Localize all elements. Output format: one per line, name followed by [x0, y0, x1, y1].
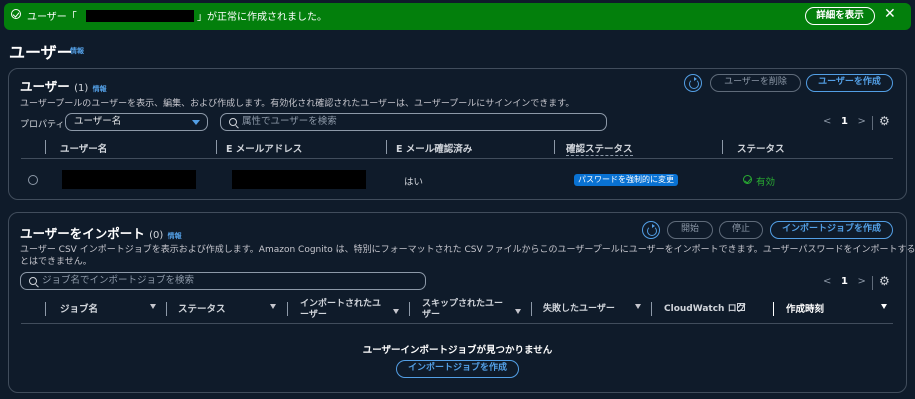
import-description-line1: ユーザー CSV インポートジョブを表示および作成します。Amazon Cogn… [20, 245, 915, 255]
success-check-icon [743, 175, 752, 184]
skipped-users-line2: ザー [422, 310, 441, 320]
page-info-link[interactable]: 情報 [70, 46, 84, 56]
imported-users-line2: ーザー [300, 310, 327, 320]
column-header-confirmation-status[interactable]: 確認ステータス [566, 141, 633, 156]
column-divider [409, 302, 410, 316]
sort-caret-icon[interactable] [270, 304, 276, 309]
start-job-button[interactable]: 開始 [667, 221, 713, 239]
pager-current-page[interactable]: 1 [841, 116, 848, 127]
refresh-import-jobs-icon[interactable] [642, 221, 660, 239]
column-header-imported-users[interactable]: インポートされたユ ーザー [300, 299, 381, 321]
flash-message-prefix: ユーザー「 [27, 12, 77, 23]
row-select-radio[interactable] [28, 175, 38, 185]
column-divider [531, 302, 532, 316]
delete-user-button[interactable]: ユーザーを削除 [710, 74, 801, 92]
search-icon [229, 118, 237, 126]
column-divider [386, 140, 387, 154]
confirmation-status-badge: パスワードを強制的に変更 [574, 174, 678, 186]
sort-caret-icon[interactable] [515, 309, 521, 314]
column-header-email[interactable]: E メールアドレス [226, 141, 302, 155]
users-info-link[interactable]: 情報 [93, 85, 107, 93]
column-divider [554, 140, 555, 154]
empty-state-message: ユーザーインポートジョブが見つかりません [362, 345, 553, 356]
pager-current-page[interactable]: 1 [841, 276, 848, 287]
search-icon [29, 277, 37, 285]
gear-icon[interactable]: ⚙ [879, 274, 890, 288]
import-job-search-input[interactable]: ジョブ名でインポートジョブを検索 [20, 272, 426, 290]
email-verified-cell: はい [404, 177, 424, 188]
column-divider [45, 140, 46, 154]
column-divider [287, 302, 288, 316]
success-check-icon [11, 9, 21, 19]
import-info-link[interactable]: 情報 [168, 232, 182, 240]
create-import-job-button[interactable]: インポートジョブを作成 [770, 221, 893, 239]
stop-job-button[interactable]: 停止 [719, 221, 763, 239]
column-header-status[interactable]: ステータス [178, 301, 226, 315]
column-divider [216, 140, 217, 154]
pager-divider [872, 276, 873, 290]
sort-caret-icon[interactable] [881, 304, 887, 309]
pager-prev-icon[interactable]: < [823, 116, 831, 127]
sort-caret-icon[interactable] [393, 309, 399, 314]
column-divider [722, 140, 723, 154]
users-title-text: ユーザー [20, 79, 70, 94]
column-divider [651, 302, 652, 316]
import-description-line2: とはできません。 [20, 257, 92, 267]
sort-caret-icon[interactable] [150, 304, 156, 309]
table-header-divider [21, 323, 893, 324]
column-header-email-verified[interactable]: E メール確認済み [396, 141, 472, 155]
column-divider [166, 302, 167, 316]
property-select[interactable]: ユーザー名 [65, 113, 208, 131]
redacted-username [86, 10, 194, 22]
skipped-users-line1: スキップされたユー [422, 299, 504, 309]
column-divider [773, 302, 774, 316]
imported-users-line1: インポートされたユ [300, 299, 382, 309]
pager-next-icon[interactable]: > [857, 276, 865, 287]
pager-divider [872, 116, 873, 130]
flash-message-suffix: 」が正常に作成されました。 [197, 12, 327, 23]
column-header-cloudwatch-logs[interactable]: CloudWatch ログ [664, 301, 746, 314]
empty-create-import-job-button[interactable]: インポートジョブを作成 [396, 360, 519, 378]
refresh-users-icon[interactable] [684, 74, 702, 92]
chevron-down-icon [192, 120, 200, 125]
view-details-button[interactable]: 詳細を表示 [805, 7, 875, 25]
external-link-icon [737, 303, 745, 311]
create-user-button[interactable]: ユーザーを作成 [806, 74, 893, 92]
import-panel-title: ユーザーをインポート (0) 情報 [20, 223, 182, 242]
column-header-username[interactable]: ユーザー名 [60, 141, 107, 155]
pager-prev-icon[interactable]: < [823, 276, 831, 287]
import-count: (0) [149, 230, 164, 241]
pager-next-icon[interactable]: > [857, 116, 865, 127]
column-header-status[interactable]: ステータス [737, 141, 785, 155]
close-icon[interactable]: ✕ [884, 7, 896, 21]
column-divider [45, 302, 46, 316]
redacted-username-cell [62, 170, 196, 189]
import-pager: < 1 > [823, 276, 866, 287]
redacted-email-cell [232, 170, 366, 189]
status-cell: 有効 [756, 177, 776, 188]
sort-caret-icon[interactable] [635, 304, 641, 309]
gear-icon[interactable]: ⚙ [879, 114, 890, 128]
page-title: ユーザー [9, 43, 73, 62]
users-count: (1) [74, 83, 89, 94]
users-description: ユーザープールのユーザーを表示、編集、および作成します。有効化され確認されたユー… [20, 99, 575, 109]
column-header-job-name[interactable]: ジョブ名 [60, 301, 98, 315]
users-search-input[interactable]: 属性でユーザーを検索 [220, 113, 607, 131]
property-label: プロパティ: [20, 120, 68, 130]
table-header-divider [21, 158, 893, 159]
column-header-failed-users[interactable]: 失敗したユーザー [543, 301, 615, 314]
column-header-creation-time[interactable]: 作成時刻 [786, 301, 824, 315]
users-pager: < 1 > [823, 116, 866, 127]
users-panel-title: ユーザー (1) 情報 [20, 76, 107, 95]
import-title-text: ユーザーをインポート [20, 226, 145, 241]
column-header-skipped-users[interactable]: スキップされたユー ザー [422, 299, 503, 321]
